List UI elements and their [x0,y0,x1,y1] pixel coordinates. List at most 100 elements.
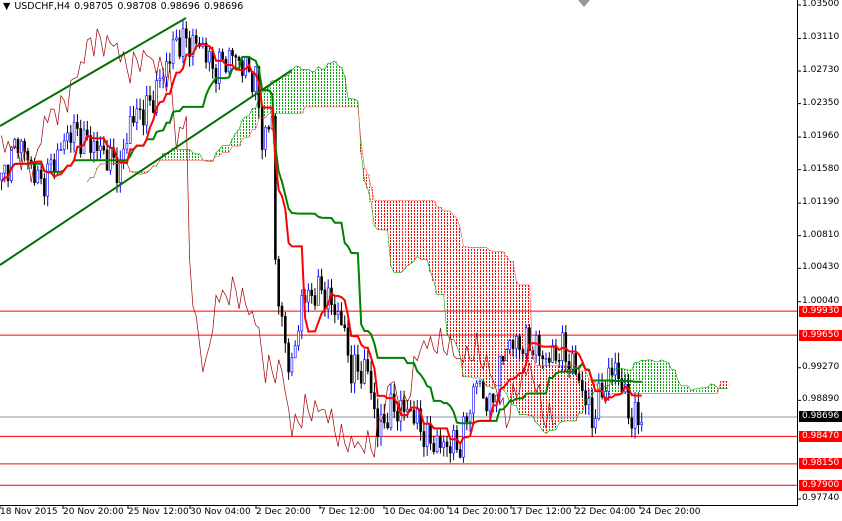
candle-body [62,140,66,150]
candle-body [353,354,356,384]
cloud-bullish-segment [659,359,664,394]
cloud-bullish-segment [699,387,703,394]
cloud-bullish-segment [653,361,657,394]
cloud-bearish-segment [445,210,449,335]
cloud-bullish-segment [194,153,198,161]
candle-body [505,349,508,362]
candle-body [145,95,148,126]
candle-body [458,449,462,458]
candle-body [297,330,300,347]
cloud-bearish-segment [415,200,419,256]
price-axis-label: 1.02350 [802,97,840,108]
cloud-bearish-segment [412,200,416,261]
cloud-bearish-segment [379,200,383,230]
cloud-bearish-segment [557,365,561,424]
candle-body [508,340,512,350]
candle-body [333,304,337,316]
cloud-bearish-segment [372,200,377,226]
candle-body [541,355,545,360]
cloud-bullish-segment [640,360,644,394]
cloud-bullish-segment [352,98,357,107]
candle-body [148,95,152,101]
cloud-bullish-segment [656,361,660,394]
low-value: 0.98696 [160,1,200,12]
symbol-label: USDCHF,H4 [14,1,71,12]
cloud-bearish-segment [418,200,423,260]
candle-body [260,107,264,150]
cloud-bullish-segment [686,385,690,394]
candle-body [185,28,188,39]
candle-body [3,164,7,174]
cloud-bullish-segment [310,71,314,107]
candle-body [175,37,178,41]
price-chart[interactable] [0,0,842,521]
candle-body [52,159,56,173]
cloud-bearish-segment [432,200,436,282]
candle-body [99,145,102,151]
candle-body [630,417,634,429]
candle-body [290,357,294,373]
candle-body [412,409,416,424]
cloud-bullish-segment [689,390,693,394]
candle-body [481,381,485,399]
time-axis-label: 24 Dec 20:00 [640,507,701,517]
level-price-label: 0.99650 [799,329,842,341]
time-axis-label: 14 Dec 20:00 [448,507,509,517]
candle-body [521,349,525,354]
cloud-bullish-segment [349,98,353,107]
cloud-bullish-segment [346,98,350,107]
cloud-bullish-segment [273,80,278,114]
candle-body [92,141,96,153]
candle-body [79,128,82,154]
cloud-bullish-segment [343,76,347,107]
time-axis-label: 30 Nov 04:00 [190,507,251,517]
chart-shift-marker[interactable] [578,0,590,7]
candle-body [346,327,350,356]
current-price-label: 0.98696 [799,411,842,423]
cloud-bearish-segment [465,246,469,377]
candle-body [640,422,644,426]
cloud-bearish-segment [425,200,429,260]
candle-body [128,115,132,144]
candle-body [485,397,488,412]
candle-body [637,402,640,426]
candle-body [373,392,376,410]
candle-body [580,380,584,391]
candle-body [142,109,145,126]
menu-arrow-icon[interactable]: ▼ [3,1,10,12]
candle-body [46,163,50,197]
candle-body [366,359,370,372]
candle-body [227,50,231,73]
candle-body [76,122,79,129]
candle-body [39,169,43,179]
cloud-bullish-segment [679,385,683,394]
candle-body [359,370,363,384]
candle-body [280,305,284,317]
candle-body [0,172,3,181]
cloud-bearish-segment [468,247,472,377]
price-axis-label: 1.01190 [802,197,840,208]
time-axis-label: 2 Dec 20:00 [256,507,311,517]
candle-body [264,126,267,150]
upper-trendline[interactable] [0,17,187,127]
cloud-bearish-segment [435,206,439,295]
cloud-bullish-segment [296,66,301,114]
price-axis-label: 0.99270 [802,361,840,372]
level-price-label: 0.99930 [799,305,842,317]
cloud-bullish-segment [290,69,294,114]
candle-body [402,400,406,412]
cloud-bearish-segment [428,200,433,272]
cloud-bearish-segment [484,247,489,387]
candle-body [590,397,594,429]
cloud-bearish-segment [544,365,548,434]
cloud-bullish-segment [333,60,337,107]
time-axis-label: 22 Dec 04:00 [575,507,636,517]
candle-body [43,178,46,197]
cloud-bearish-segment [448,211,452,340]
cloud-bullish-segment [663,361,667,394]
candle-body [594,418,597,429]
cloud-bullish-segment [197,153,202,161]
candle-body [178,37,181,57]
candle-body [386,422,389,429]
cloud-bullish-segment [187,149,192,161]
